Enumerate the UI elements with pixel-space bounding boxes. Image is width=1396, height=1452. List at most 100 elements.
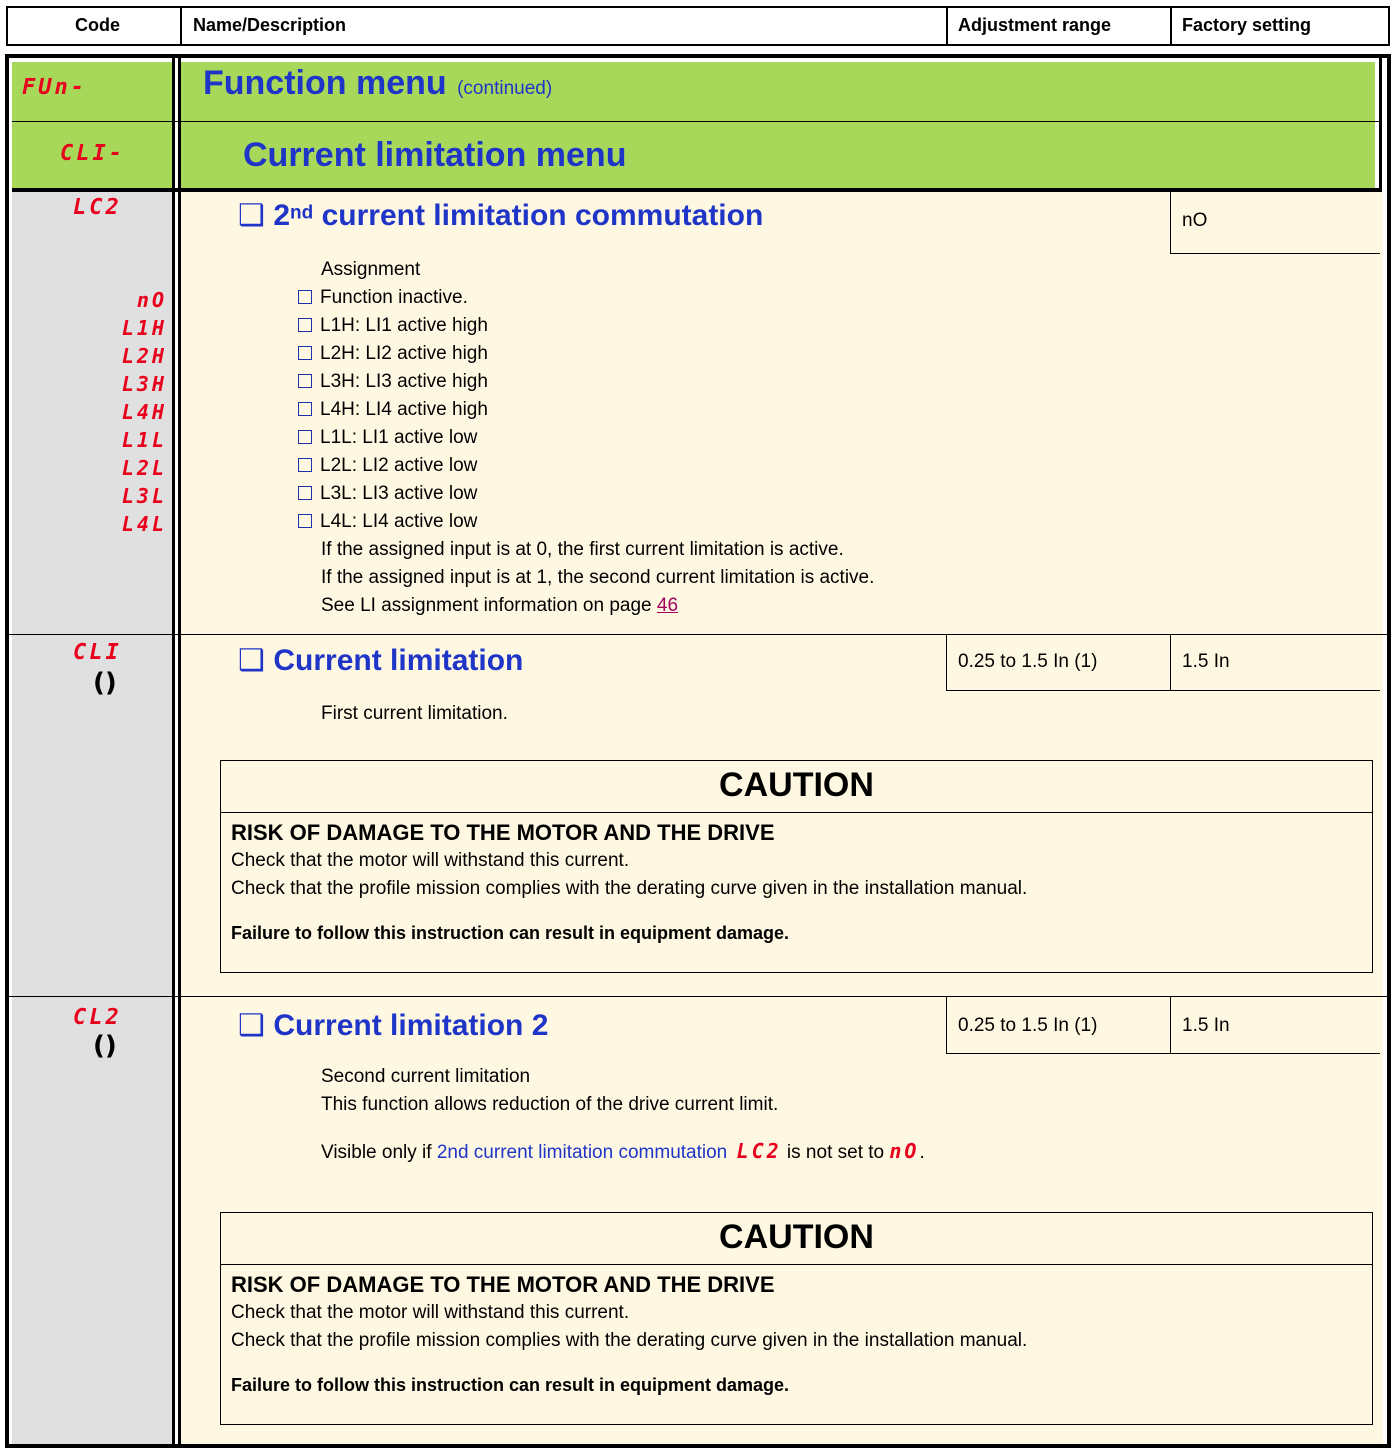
divider (946, 6, 948, 46)
lc2-option-list: Function inactive. L1H: LI1 active high … (298, 284, 488, 536)
divider (1170, 192, 1171, 254)
lc2-factory: nO (1182, 210, 1208, 231)
caution-risk: RISK OF DAMAGE TO THE MOTOR AND THE DRIV… (231, 1272, 775, 1297)
option-code: nO (136, 288, 167, 312)
adjust-in-motion-icon: () (93, 668, 117, 698)
list-item: L3H: LI3 active high (298, 368, 488, 396)
lc2-title-ordinal: 2 (273, 199, 291, 232)
cli-menu-title: Current limitation menu (243, 136, 627, 174)
checkbox-icon (298, 402, 312, 416)
caution-body: RISK OF DAMAGE TO THE MOTOR AND THE DRIV… (221, 813, 1372, 944)
list-item: L4L: LI4 active low (298, 508, 488, 536)
caution-box: CAUTION RISK OF DAMAGE TO THE MOTOR AND … (220, 760, 1373, 973)
option-text: L4L: LI4 active low (320, 511, 478, 532)
option-code: L1L (121, 428, 167, 452)
caution-risk: RISK OF DAMAGE TO THE MOTOR AND THE DRIV… (231, 820, 775, 845)
header-range: Adjustment range (958, 15, 1112, 35)
caution-title: CAUTION (221, 1213, 1372, 1265)
cli-title: ❑ Current limitation (238, 643, 523, 678)
option-code: L1H (121, 316, 167, 340)
checkbox-icon (298, 486, 312, 500)
option-text: L1L: LI1 active low (320, 427, 478, 448)
lc2-note-2: If the assigned input is at 1, the secon… (321, 567, 875, 588)
divider (6, 6, 1390, 8)
adjust-in-motion-icon: () (93, 1031, 117, 1061)
divider (172, 54, 175, 1448)
cl2-visible-mid: is not set to (781, 1142, 890, 1163)
caution-failure: Failure to follow this instruction can r… (231, 1375, 790, 1395)
caution-box: CAUTION RISK OF DAMAGE TO THE MOTOR AND … (220, 1212, 1373, 1425)
header-name: Name/Description (193, 15, 347, 35)
caution-line-2: Check that the profile mission complies … (231, 1330, 1028, 1351)
fun-title-suffix: (continued) (457, 78, 553, 99)
list-item: L2L: LI2 active low (298, 452, 488, 480)
divider (1170, 253, 1380, 254)
cl2-range: 0.25 to 1.5 In (1) (958, 1015, 1098, 1036)
divider (6, 44, 1390, 46)
list-item: Function inactive. (298, 284, 488, 312)
cl2-visible-link[interactable]: 2nd current limitation commutation (437, 1142, 727, 1163)
option-code: L3H (121, 372, 167, 396)
lc2-title-sup: nd (290, 202, 314, 224)
option-text: L2H: LI2 active high (320, 343, 488, 364)
cli-desc: First current limitation. (321, 703, 508, 724)
option-text: L3L: LI3 active low (320, 483, 478, 504)
divider (12, 121, 1382, 122)
checkbox-icon (298, 374, 312, 388)
divider (178, 54, 181, 1448)
divider (946, 634, 947, 690)
list-item: L1L: LI1 active low (298, 424, 488, 452)
fun-code: FUn- (22, 75, 87, 100)
lc2-note-1: If the assigned input is at 0, the first… (321, 539, 844, 560)
divider (1379, 54, 1382, 190)
divider (946, 1053, 1380, 1054)
lc2-title: ❑ 2nd current limitation commutation (238, 198, 763, 233)
lc2-option-codes: nO L1H L2H L3H L4H L1L L2L L3L L4L (95, 286, 167, 538)
cli-title-text: Current limitation (273, 644, 524, 677)
checkbox-icon (298, 458, 312, 472)
cl2-title: ❑ Current limitation 2 (238, 1008, 548, 1043)
lc2-note-3-text: See LI assignment information on page (321, 595, 657, 616)
divider (1170, 6, 1172, 46)
divider (946, 996, 947, 1054)
cl2-visible-code: LC2 (736, 1139, 782, 1163)
option-text: L4H: LI4 active high (320, 399, 488, 420)
list-item: L4H: LI4 active high (298, 396, 488, 424)
caution-body: RISK OF DAMAGE TO THE MOTOR AND THE DRIV… (221, 1265, 1372, 1396)
divider (1387, 54, 1391, 1448)
divider (12, 188, 1382, 192)
divider (5, 54, 1391, 58)
checkbox-icon (298, 514, 312, 528)
cl2-desc: Second current limitation This function … (321, 1063, 925, 1167)
list-item: L2H: LI2 active high (298, 340, 488, 368)
page-link[interactable]: 46 (657, 595, 678, 616)
option-code: L2H (121, 344, 167, 368)
cl2-visible-note: Visible only if 2nd current limitation c… (321, 1137, 925, 1167)
cl2-visible-end: . (919, 1142, 925, 1163)
checkbox-icon (298, 318, 312, 332)
fun-title-text: Function menu (203, 64, 447, 102)
cl2-bullet: ❑ (238, 1008, 265, 1043)
lc2-title-rest: current limitation commutation (313, 199, 764, 232)
cl2-desc-1: Second current limitation (321, 1066, 531, 1087)
cl2-code: CL2 (73, 1005, 122, 1030)
divider (5, 54, 9, 1448)
lc2-code: LC2 (73, 195, 122, 220)
lc2-notes: If the assigned input is at 0, the first… (321, 536, 874, 620)
divider (1170, 634, 1171, 690)
option-text: L2L: LI2 active low (320, 455, 478, 476)
cli-code: CLI (73, 640, 122, 665)
divider (5, 1444, 1391, 1448)
option-code: L2L (121, 456, 167, 480)
cli-bullet: ❑ (238, 643, 265, 678)
cl2-visible-pre: Visible only if (321, 1142, 437, 1163)
caution-title: CAUTION (221, 761, 1372, 813)
checkbox-icon (298, 290, 312, 304)
cli-menu-code: CLI- (60, 141, 125, 166)
option-text: L1H: LI1 active high (320, 315, 488, 336)
divider (9, 634, 1387, 635)
divider (946, 690, 1380, 691)
divider (6, 6, 8, 46)
lc2-bullet: ❑ (238, 198, 265, 233)
option-text: L3H: LI3 active high (320, 371, 488, 392)
